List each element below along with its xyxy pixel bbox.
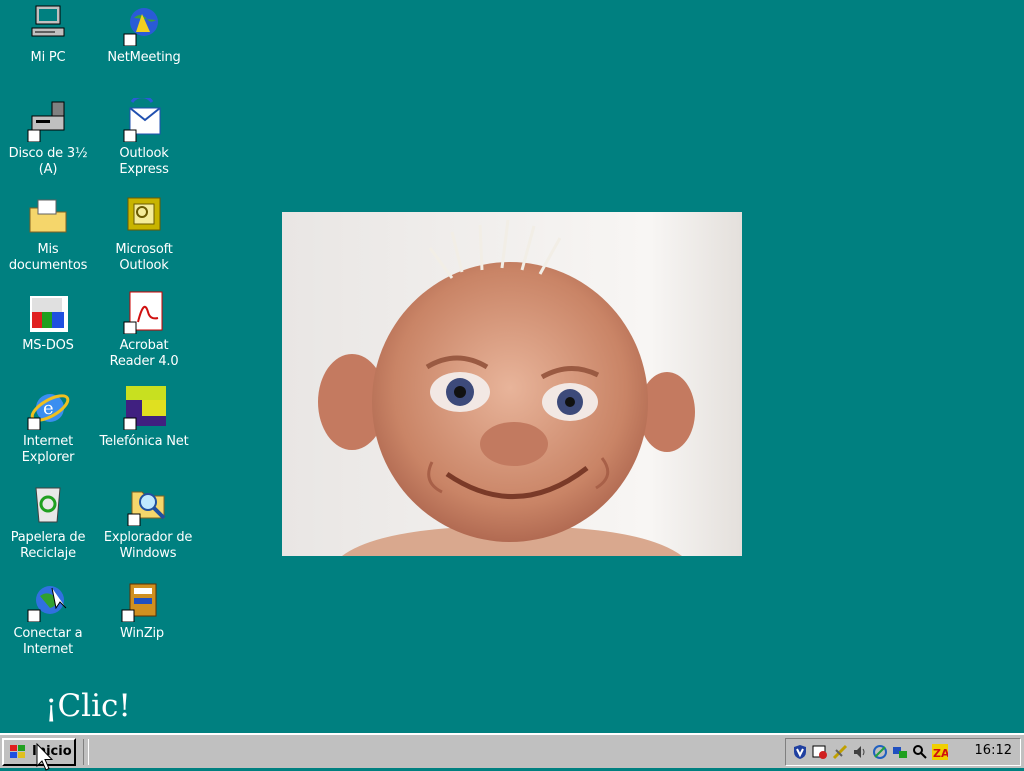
icon-label: Acrobat Reader 4.0: [109, 338, 179, 369]
folder-icon: [26, 194, 70, 238]
internet-explorer-icon: e: [26, 386, 70, 431]
icon-label: Disco de 3½ (A): [8, 146, 88, 177]
desktop-icon-papelera[interactable]: Papelera de Reciclaje: [0, 482, 96, 562]
clock[interactable]: 16:12: [975, 743, 1012, 758]
zonealarm-icon[interactable]: ZA: [932, 744, 950, 760]
svg-text:ZA: ZA: [933, 747, 948, 760]
icon-label: NetMeeting: [107, 50, 181, 65]
volume-icon[interactable]: [852, 744, 868, 760]
network-icon[interactable]: [872, 744, 888, 760]
telefonica-net-icon: [122, 386, 166, 431]
taskbar: Inicio ZA 16:12: [0, 733, 1024, 768]
ms-dos-icon: [26, 290, 70, 334]
mouse-cursor-icon: [36, 743, 54, 771]
quicklaunch-divider[interactable]: [83, 739, 89, 765]
floppy-drive-icon: [26, 98, 70, 143]
search-icon[interactable]: [912, 744, 928, 760]
desktop-icon-winzip[interactable]: WinZip: [94, 578, 190, 642]
desktop-icon-explorador[interactable]: Explorador de Windows: [100, 482, 196, 562]
desktop-icon-ms-dos[interactable]: MS-DOS: [0, 290, 96, 354]
icon-label: Microsoft Outlook: [115, 242, 173, 273]
computer-icon: [26, 2, 70, 46]
desktop-icon-conectar-internet[interactable]: Conectar a Internet: [0, 578, 96, 658]
icon-label: WinZip: [120, 626, 164, 641]
acrobat-reader-icon: [122, 290, 166, 335]
icon-label: Conectar a Internet: [13, 626, 83, 657]
desktop: Mi PC NetMeeting Disco de 3½ (A) Outlook…: [0, 0, 1024, 733]
desktop-icon-microsoft-outlook[interactable]: Microsoft Outlook: [96, 194, 192, 274]
icon-label: Telefónica Net: [99, 434, 189, 449]
connect-internet-icon: [26, 578, 70, 623]
icon-label: Mis documentos: [8, 242, 88, 273]
windows-logo-icon: [9, 744, 27, 760]
baby-face-picture: [282, 212, 742, 556]
desktop-icon-outlook-express[interactable]: Outlook Express: [96, 95, 192, 178]
windows-explorer-icon: [126, 482, 170, 527]
outlook-icon: [122, 194, 166, 238]
connection-icon[interactable]: [892, 744, 908, 760]
recycle-bin-icon: [26, 482, 70, 526]
desktop-icon-mis-documentos[interactable]: Mis documentos: [0, 194, 96, 274]
desktop-icon-telefonica-net[interactable]: Telefónica Net: [96, 386, 192, 450]
icon-label: Outlook Express: [119, 146, 169, 177]
system-tray: ZA 16:12: [785, 738, 1021, 766]
desktop-icon-netmeeting[interactable]: NetMeeting: [96, 2, 192, 66]
scheduler-icon[interactable]: [812, 744, 828, 760]
icon-label: Papelera de Reciclaje: [10, 530, 86, 561]
desktop-icon-internet-explorer[interactable]: e Internet Explorer: [0, 386, 96, 466]
desktop-icon-floppy[interactable]: Disco de 3½ (A): [0, 98, 96, 178]
desktop-icon-mi-pc[interactable]: Mi PC: [0, 2, 96, 66]
outlook-express-icon: [122, 95, 166, 143]
power-plug-icon[interactable]: [832, 744, 848, 760]
icon-label: Explorador de Windows: [103, 530, 193, 561]
netmeeting-icon: [122, 2, 166, 47]
svg-text:e: e: [43, 398, 54, 419]
desktop-icon-acrobat[interactable]: Acrobat Reader 4.0: [96, 290, 192, 370]
clic-caption: ¡Clic!: [45, 688, 131, 724]
icon-label: MS-DOS: [22, 338, 74, 353]
shield-icon[interactable]: [792, 744, 808, 760]
winzip-icon: [120, 578, 164, 623]
icon-label: Internet Explorer: [21, 434, 75, 465]
icon-label: Mi PC: [30, 50, 66, 65]
